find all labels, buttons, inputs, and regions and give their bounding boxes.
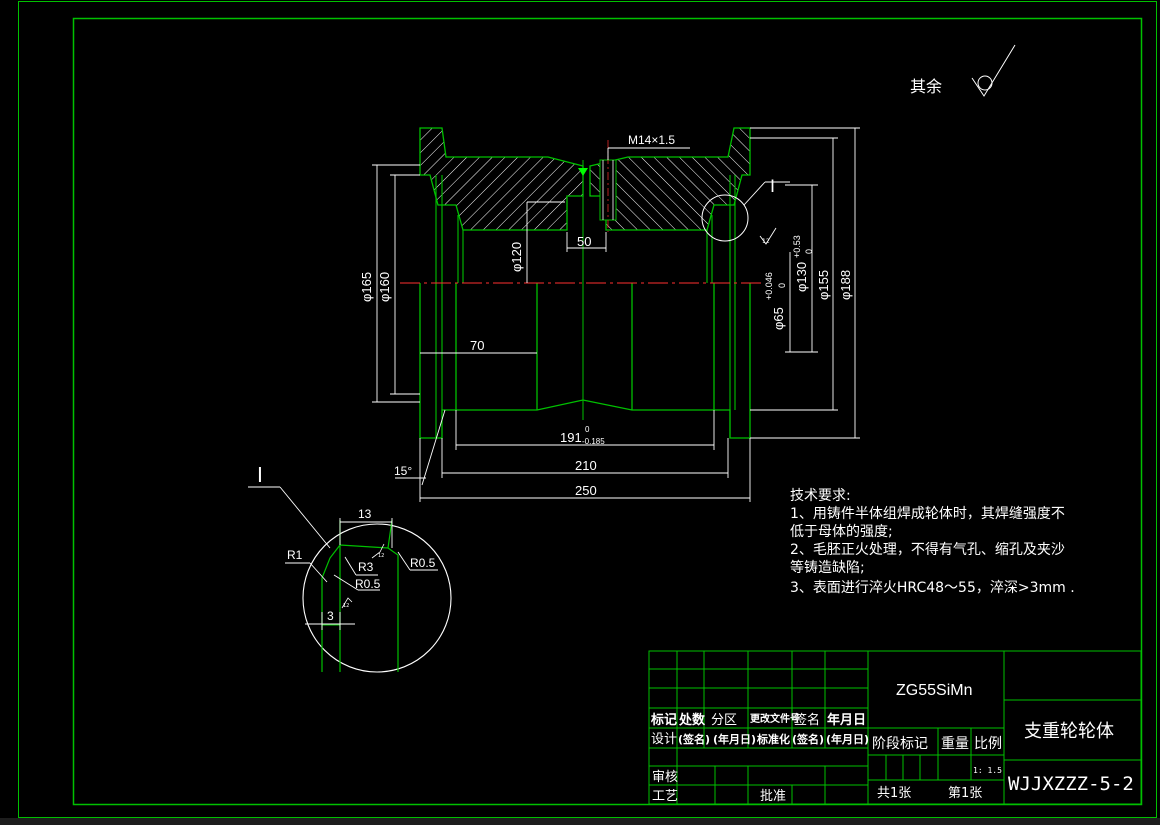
lbl-scale: 比例 — [974, 736, 1002, 752]
drawing-number: WJJXZZZ-5-2 — [1008, 773, 1134, 795]
lbl-mark: 标记 — [650, 712, 677, 728]
lbl-zone: 分区 — [711, 713, 737, 728]
lbl-sign-paren: (签名) — [678, 732, 710, 746]
detail-marker-label: I — [770, 177, 775, 197]
thread-callout: M14×1.5 — [628, 133, 675, 147]
dim-phi65-lower: 0 — [777, 283, 787, 288]
drawing-border — [72, 17, 1143, 806]
tech-line-3: 2、毛胚正火处理，不得有气孔、缩孔及夹沙 — [790, 541, 1065, 558]
general-roughness: 其余 — [910, 44, 1016, 97]
roughness-value-3: 12 — [378, 553, 384, 559]
roughness-symbol — [971, 44, 1016, 97]
dim-phi65: φ65 — [771, 307, 786, 330]
status-strip — [0, 818, 1160, 825]
dim-phi155: φ155 — [816, 270, 831, 300]
lbl-sign-paren-2: (签名) — [792, 732, 824, 746]
lbl-date-paren-2: (年月日) — [826, 732, 869, 746]
dim-191-upper: 0 — [585, 425, 590, 434]
cad-drawing: φ165 φ160 φ120 50 70 φ65 +0.046 0 φ130 +… — [18, 1, 1157, 818]
tech-title: 技术要求: — [790, 488, 851, 504]
scale-value: 1: 1.5 — [973, 766, 1002, 775]
detail-r3: R3 — [358, 560, 374, 574]
detail-i-title: I — [257, 463, 263, 487]
lbl-sheet-no: 第1张 — [948, 786, 982, 801]
detail-i-view: I 12 12 13 3 R1 R3 R0.5 R0.5 — [248, 463, 452, 673]
title-block: ZG55SiMn 支重轮轮体 WJJXZZZ-5-2 标记 处数 分区 更改文件… — [648, 650, 1142, 805]
lbl-date: 年月日 — [827, 712, 866, 728]
material: ZG55SiMn — [896, 682, 972, 699]
dim-phi165: φ165 — [359, 272, 374, 302]
dim-phi65-upper: +0.046 — [764, 272, 774, 300]
detail-r05-right: R0.5 — [410, 556, 436, 570]
lbl-sign: 签名 — [794, 712, 820, 728]
lbl-total-sheets: 共1张 — [877, 786, 911, 801]
tech-requirements: 技术要求: 1、用铸件半体组焊成轮体时，其焊缝强度不 低于母体的强度; 2、毛胚… — [790, 488, 1075, 596]
lbl-process: 工艺 — [652, 789, 678, 804]
lbl-approve: 批准 — [760, 789, 786, 804]
lbl-weight: 重量 — [941, 736, 969, 752]
outer-frame — [18, 1, 1157, 818]
detail-dim-3: 3 — [327, 609, 334, 623]
lbl-stage-mark: 阶段标记 — [872, 736, 928, 752]
lbl-date-paren: (年月日) — [713, 732, 756, 746]
dim-phi188: φ188 — [838, 270, 853, 300]
dim-phi130-upper: +0.53 — [792, 235, 802, 258]
roughness-value-1: 12 — [762, 238, 770, 245]
dim-15-degree: 15° — [394, 464, 412, 478]
tech-line-1: 1、用铸件半体组焊成轮体时，其焊缝强度不 — [790, 506, 1065, 522]
detail-i-outline — [302, 523, 452, 673]
lbl-standardize: 标准化 — [756, 732, 790, 746]
section-view: φ165 φ160 φ120 50 70 φ65 +0.046 0 φ130 +… — [359, 127, 860, 502]
lbl-count: 处数 — [678, 712, 706, 728]
detail-r05-left: R0.5 — [355, 577, 381, 591]
lower-outline — [419, 283, 751, 439]
dim-191-lower: -0.185 — [582, 437, 605, 446]
dim-70: 70 — [470, 338, 484, 353]
part-name: 支重轮轮体 — [1024, 721, 1114, 742]
surface-finish-note: 其余 — [910, 77, 942, 96]
tech-line-4: 等铸造缺陷; — [790, 559, 865, 576]
dim-phi130-lower: 0 — [804, 249, 814, 254]
lbl-design: 设计 — [651, 732, 677, 747]
dim-210: 210 — [575, 458, 597, 473]
dim-phi120: φ120 — [509, 242, 524, 272]
lbl-change-doc: 更改文件号 — [750, 712, 800, 725]
tech-line-2: 低于母体的强度; — [790, 524, 893, 540]
hatched-body-left — [419, 127, 584, 231]
dim-250: 250 — [575, 483, 597, 498]
dim-phi130: φ130 — [794, 262, 809, 292]
detail-r1: R1 — [287, 548, 303, 562]
dim-191: 191 — [560, 430, 582, 445]
detail-dim-13: 13 — [358, 507, 372, 521]
tech-line-5: 3、表面进行淬火HRC48～55，淬深>3mm . — [790, 580, 1075, 596]
lbl-review: 审核 — [652, 770, 678, 785]
roughness-value-2: 12 — [343, 603, 349, 609]
dim-50: 50 — [577, 234, 591, 249]
dim-phi160: φ160 — [377, 272, 392, 302]
